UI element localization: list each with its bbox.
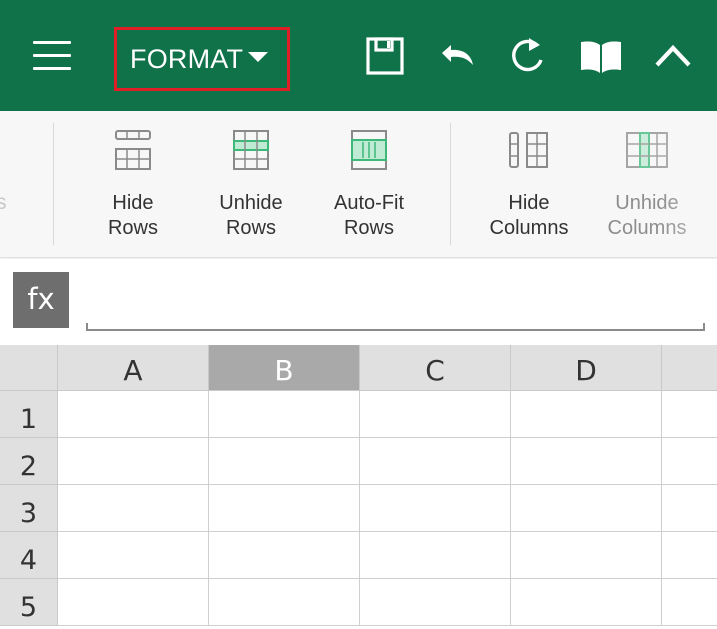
hide-columns-icon: [507, 129, 551, 175]
cell-e4[interactable]: [662, 532, 717, 579]
hide-columns-label-line1: Hide: [508, 192, 550, 214]
column-header-a[interactable]: A: [58, 345, 209, 391]
unhide-columns-label-line2: Columns: [607, 217, 687, 239]
spreadsheet-grid: A B C D 1 2 3 4 5: [0, 345, 717, 629]
unhide-rows-label: Unhide Rows: [191, 191, 311, 241]
cell-a1[interactable]: [58, 391, 209, 438]
cell-d2[interactable]: [511, 438, 662, 485]
unhide-rows-label-line1: Unhide: [219, 192, 283, 214]
cell-d3[interactable]: [511, 485, 662, 532]
app-bar: FORMAT: [0, 0, 717, 111]
row-header-3[interactable]: 3: [0, 485, 58, 532]
cell-b4[interactable]: [209, 532, 360, 579]
autofit-rows-button[interactable]: Auto-Fit Rows: [309, 121, 429, 249]
hide-columns-label: Hide Columns: [469, 191, 589, 241]
row-header-1[interactable]: 1: [0, 391, 58, 438]
column-header-d[interactable]: D: [511, 345, 662, 391]
hamburger-menu-icon[interactable]: [30, 38, 76, 74]
cell-d4[interactable]: [511, 532, 662, 579]
clipped-ribbon-label: s: [0, 191, 7, 214]
cell-a5[interactable]: [58, 579, 209, 626]
hide-columns-button[interactable]: Hide Columns: [469, 121, 589, 249]
autofit-rows-label: Auto-Fit Rows: [309, 191, 429, 241]
cell-a4[interactable]: [58, 532, 209, 579]
save-icon[interactable]: [365, 36, 405, 76]
column-header-b[interactable]: B: [209, 345, 360, 391]
row-header-4[interactable]: 4: [0, 532, 58, 579]
unhide-columns-icon: [625, 129, 669, 175]
hide-rows-label-line2: Rows: [107, 217, 158, 239]
cell-b2[interactable]: [209, 438, 360, 485]
undo-icon[interactable]: [436, 36, 476, 76]
cell-c4[interactable]: [360, 532, 511, 579]
row-header-5[interactable]: 5: [0, 579, 58, 626]
ribbon-divider: [450, 123, 451, 245]
autofit-rows-label-line2: Rows: [343, 217, 394, 239]
column-header-c[interactable]: C: [360, 345, 511, 391]
cell-a3[interactable]: [58, 485, 209, 532]
format-menu-button[interactable]: FORMAT: [114, 27, 290, 91]
cell-e1[interactable]: [662, 391, 717, 438]
collapse-ribbon-icon[interactable]: [653, 36, 693, 76]
formula-bar: fx: [0, 259, 717, 345]
hide-rows-label-line1: Hide: [112, 192, 154, 214]
cell-c5[interactable]: [360, 579, 511, 626]
unhide-columns-label: Unhide Columns: [587, 191, 707, 241]
column-header-e[interactable]: [662, 345, 717, 391]
unhide-columns-label-line1: Unhide: [615, 192, 679, 214]
cell-c1[interactable]: [360, 391, 511, 438]
cell-d1[interactable]: [511, 391, 662, 438]
cell-c2[interactable]: [360, 438, 511, 485]
unhide-rows-label-line2: Rows: [225, 217, 276, 239]
cell-d5[interactable]: [511, 579, 662, 626]
format-ribbon: s Hide Rows Unhide Rows Auto-Fit Rows Hide C…: [0, 111, 717, 258]
autofit-rows-icon: [347, 129, 391, 175]
hide-columns-label-line2: Columns: [489, 217, 569, 239]
format-menu-label: FORMAT: [130, 44, 244, 74]
ribbon-divider: [53, 123, 54, 245]
row-header-2[interactable]: 2: [0, 438, 58, 485]
select-all-corner[interactable]: [0, 345, 58, 391]
cell-a2[interactable]: [58, 438, 209, 485]
caret-down-icon: [248, 52, 268, 62]
cell-e2[interactable]: [662, 438, 717, 485]
hide-rows-icon: [111, 129, 155, 175]
unhide-rows-button[interactable]: Unhide Rows: [191, 121, 311, 249]
function-button[interactable]: fx: [13, 272, 69, 328]
cell-b5[interactable]: [209, 579, 360, 626]
hide-rows-button[interactable]: Hide Rows: [73, 121, 193, 249]
formula-input[interactable]: [86, 273, 705, 331]
reading-view-icon[interactable]: [578, 36, 624, 76]
unhide-columns-button[interactable]: Unhide Columns: [587, 121, 707, 249]
hide-rows-label: Hide Rows: [73, 191, 193, 241]
cell-b3[interactable]: [209, 485, 360, 532]
unhide-rows-icon: [229, 129, 273, 175]
autofit-rows-label-line1: Auto-Fit: [333, 192, 405, 214]
cell-e3[interactable]: [662, 485, 717, 532]
cell-e5[interactable]: [662, 579, 717, 626]
redo-icon[interactable]: [508, 36, 548, 76]
cell-c3[interactable]: [360, 485, 511, 532]
cell-b1[interactable]: [209, 391, 360, 438]
